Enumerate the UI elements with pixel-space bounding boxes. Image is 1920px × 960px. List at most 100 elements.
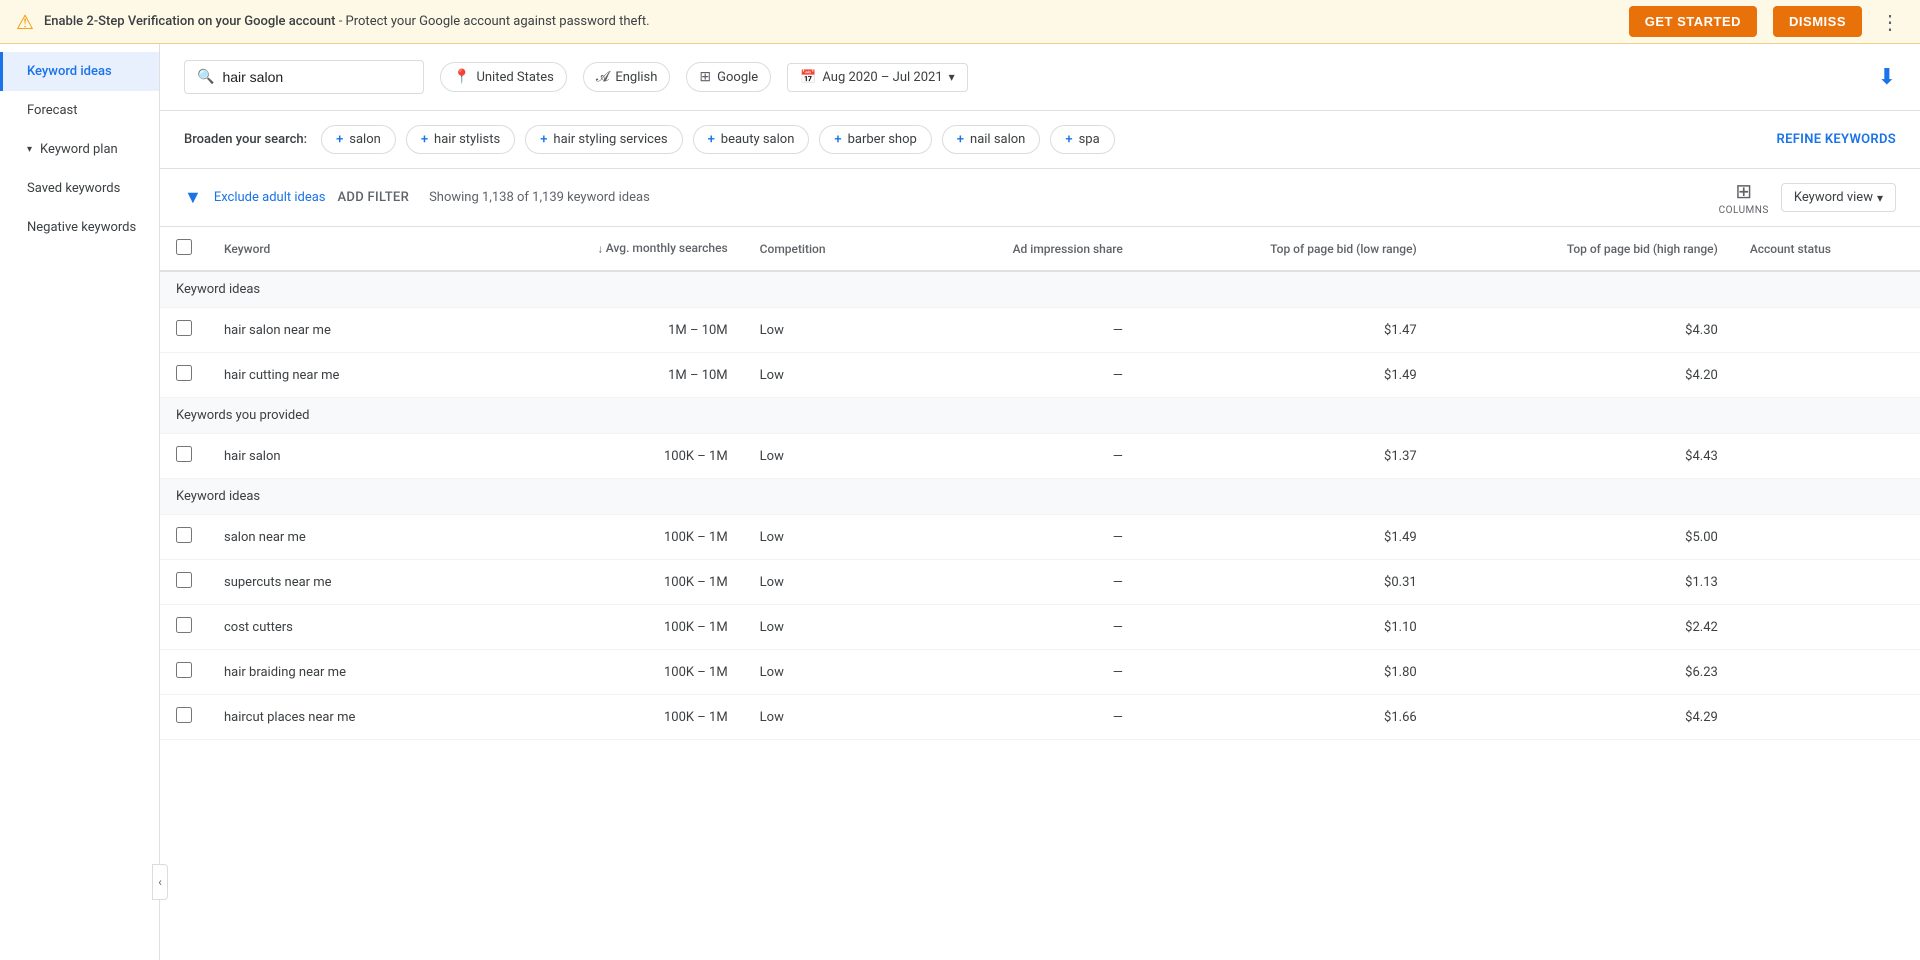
monthly-cell: 100K – 1M xyxy=(477,560,744,605)
bid-low-cell: $1.80 xyxy=(1139,650,1433,695)
plus-icon: + xyxy=(834,132,841,147)
competition-header: Competition xyxy=(744,227,905,271)
warning-bar: ⚠ Enable 2-Step Verification on your Goo… xyxy=(0,0,1920,44)
more-options-icon[interactable]: ⋮ xyxy=(1876,6,1904,38)
table-row: hair cutting near me 1M – 10M Low — $1.4… xyxy=(160,353,1920,398)
chip-label: hair styling services xyxy=(553,132,667,147)
row-checkbox-cell[interactable] xyxy=(160,434,208,479)
table-section-header: Keyword ideas xyxy=(160,479,1920,515)
row-checkbox-cell[interactable] xyxy=(160,353,208,398)
bid-low-cell: $1.66 xyxy=(1139,695,1433,740)
impression-cell: — xyxy=(905,650,1139,695)
sidebar-item-keyword-plan[interactable]: ▾ Keyword plan xyxy=(0,130,159,169)
exclude-adult-button[interactable]: Exclude adult ideas xyxy=(214,190,326,205)
chip-label: beauty salon xyxy=(721,132,795,147)
plus-icon: + xyxy=(540,132,547,147)
search-area: 🔍 📍 United States 𝓐 English ⊞ Google 📅 A… xyxy=(160,44,1920,111)
plus-icon: + xyxy=(957,132,964,147)
row-checkbox-cell[interactable] xyxy=(160,695,208,740)
table-row: salon near me 100K – 1M Low — $1.49 $5.0… xyxy=(160,515,1920,560)
row-checkbox[interactable] xyxy=(176,320,192,336)
row-checkbox[interactable] xyxy=(176,572,192,588)
table-row: hair salon near me 1M – 10M Low — $1.47 … xyxy=(160,308,1920,353)
broaden-chip-nail-salon[interactable]: + nail salon xyxy=(942,125,1041,154)
showing-text: Showing 1,138 of 1,139 keyword ideas xyxy=(429,190,650,205)
bid-high-cell: $2.42 xyxy=(1433,605,1734,650)
competition-cell: Low xyxy=(744,353,905,398)
sidebar-item-saved-keywords[interactable]: Saved keywords xyxy=(0,169,159,208)
keyword-cell: hair salon near me xyxy=(208,308,477,353)
competition-cell: Low xyxy=(744,605,905,650)
plus-icon: + xyxy=(336,132,343,147)
broaden-chip-spa[interactable]: + spa xyxy=(1050,125,1114,154)
competition-cell: Low xyxy=(744,650,905,695)
status-cell xyxy=(1734,560,1920,605)
row-checkbox[interactable] xyxy=(176,365,192,381)
search-input[interactable] xyxy=(222,69,403,85)
refine-keywords-button[interactable]: REFINE KEYWORDS xyxy=(1777,132,1896,147)
row-checkbox-cell[interactable] xyxy=(160,605,208,650)
language-filter[interactable]: 𝓐 English xyxy=(583,62,671,92)
filter-icon: ▼ xyxy=(184,187,202,208)
bid-low-cell: $1.37 xyxy=(1139,434,1433,479)
row-checkbox-cell[interactable] xyxy=(160,560,208,605)
select-all-checkbox[interactable] xyxy=(176,239,192,255)
columns-button[interactable]: ⊞ COLUMNS xyxy=(1719,179,1769,216)
broaden-label: Broaden your search: xyxy=(184,132,307,147)
row-checkbox[interactable] xyxy=(176,446,192,462)
broaden-chip-hair-styling-services[interactable]: + hair styling services xyxy=(525,125,682,154)
keyword-view-button[interactable]: Keyword view ▾ xyxy=(1781,183,1896,212)
keyword-cell: hair cutting near me xyxy=(208,353,477,398)
keyword-cell: hair braiding near me xyxy=(208,650,477,695)
row-checkbox-cell[interactable] xyxy=(160,515,208,560)
bid-low-cell: $1.49 xyxy=(1139,515,1433,560)
language-icon: 𝓐 xyxy=(596,69,610,85)
sidebar-item-keyword-ideas[interactable]: Keyword ideas xyxy=(0,52,159,91)
row-checkbox[interactable] xyxy=(176,707,192,723)
row-checkbox-cell[interactable] xyxy=(160,650,208,695)
impression-cell: — xyxy=(905,353,1139,398)
app-container: Keyword ideas Forecast ▾ Keyword plan Sa… xyxy=(0,44,1920,960)
row-checkbox[interactable] xyxy=(176,662,192,678)
broaden-chip-beauty-salon[interactable]: + beauty salon xyxy=(693,125,810,154)
chip-label: nail salon xyxy=(970,132,1025,147)
row-checkbox-cell[interactable] xyxy=(160,308,208,353)
broaden-chip-barber-shop[interactable]: + barber shop xyxy=(819,125,931,154)
impression-cell: — xyxy=(905,515,1139,560)
chevron-icon: ▾ xyxy=(27,144,32,155)
monthly-cell: 1M – 10M xyxy=(477,308,744,353)
table-section-header: Keywords you provided xyxy=(160,398,1920,434)
bid-high-cell: $1.13 xyxy=(1433,560,1734,605)
engine-filter[interactable]: ⊞ Google xyxy=(686,62,771,92)
row-checkbox[interactable] xyxy=(176,617,192,633)
status-cell xyxy=(1734,650,1920,695)
sidebar-collapse-arrow[interactable]: ‹ xyxy=(152,864,168,900)
section-title: Keywords you provided xyxy=(160,398,1920,434)
sidebar-item-forecast[interactable]: Forecast xyxy=(0,91,159,130)
row-checkbox[interactable] xyxy=(176,527,192,543)
sidebar-item-label: Keyword ideas xyxy=(27,64,112,79)
date-filter[interactable]: 📅 Aug 2020 – Jul 2021 ▾ xyxy=(787,63,967,92)
dismiss-button[interactable]: DISMISS xyxy=(1773,6,1862,37)
table-section-header: Keyword ideas xyxy=(160,271,1920,308)
broaden-chip-hair-stylists[interactable]: + hair stylists xyxy=(406,125,515,154)
location-filter[interactable]: 📍 United States xyxy=(440,62,567,92)
download-icon[interactable]: ⬇ xyxy=(1878,65,1896,90)
account-status-header: Account status xyxy=(1734,227,1920,271)
get-started-button[interactable]: GET STARTED xyxy=(1629,6,1757,37)
avg-monthly-header[interactable]: ↓ Avg. monthly searches xyxy=(477,227,744,271)
sidebar-item-negative-keywords[interactable]: Negative keywords xyxy=(0,208,159,247)
search-box[interactable]: 🔍 xyxy=(184,60,424,94)
broaden-chip-salon[interactable]: + salon xyxy=(321,125,396,154)
plus-icon: + xyxy=(421,132,428,147)
sort-icon: ↓ xyxy=(598,243,606,256)
add-filter-button[interactable]: ADD FILTER xyxy=(338,190,410,205)
bid-low-cell: $1.10 xyxy=(1139,605,1433,650)
engine-icon: ⊞ xyxy=(699,69,711,85)
plus-icon: + xyxy=(1065,132,1072,147)
monthly-cell: 1M – 10M xyxy=(477,353,744,398)
select-all-header[interactable] xyxy=(160,227,208,271)
sidebar-item-label: Negative keywords xyxy=(27,220,136,235)
monthly-cell: 100K – 1M xyxy=(477,605,744,650)
broaden-search-area: Broaden your search: + salon + hair styl… xyxy=(160,111,1920,169)
